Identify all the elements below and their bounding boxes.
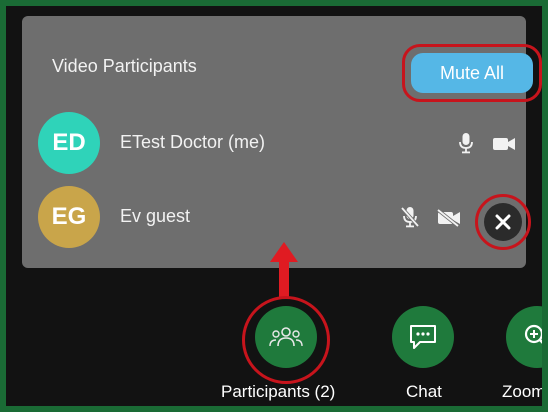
highlight-circle-mute-all: Mute All <box>402 44 542 102</box>
participant-name: ETest Doctor (me) <box>120 132 266 152</box>
panel-title: Video Participants <box>52 56 197 76</box>
avatar: EG <box>38 186 100 248</box>
zoom-in-icon <box>524 324 542 344</box>
app-window: Video Participants Mute All ED ETest Doc… <box>6 6 542 406</box>
close-icon <box>495 214 511 230</box>
people-group-icon <box>269 327 303 347</box>
video-participants-panel: Video Participants Mute All ED ETest Doc… <box>22 16 542 268</box>
arrow-up-icon <box>270 242 298 298</box>
video-camera-icon[interactable] <box>492 136 516 152</box>
toolbar-participants: Participants (2) <box>221 306 351 406</box>
participants-button[interactable] <box>255 306 317 368</box>
avatar: ED <box>38 112 100 174</box>
participants-label: Participants (2) <box>221 382 336 401</box>
highlight-circle-remove <box>475 194 531 250</box>
zoom-button[interactable] <box>506 306 542 368</box>
chat-bubble-icon <box>410 325 436 349</box>
participant-row: EG Ev guest <box>22 178 531 250</box>
chat-button[interactable] <box>392 306 454 368</box>
remove-participant-button[interactable] <box>484 203 522 241</box>
video-camera-off-icon[interactable] <box>436 209 462 227</box>
participant-name: Ev guest <box>120 206 191 226</box>
microphone-icon[interactable] <box>458 132 474 154</box>
mute-all-button[interactable]: Mute All <box>411 53 533 93</box>
zoom-label: Zoom <box>502 382 542 401</box>
toolbar-zoom: Zoom <box>492 306 542 406</box>
chat-label: Chat <box>406 382 442 401</box>
participant-row: ED ETest Doctor (me) <box>22 104 526 174</box>
microphone-off-icon[interactable] <box>400 206 420 228</box>
